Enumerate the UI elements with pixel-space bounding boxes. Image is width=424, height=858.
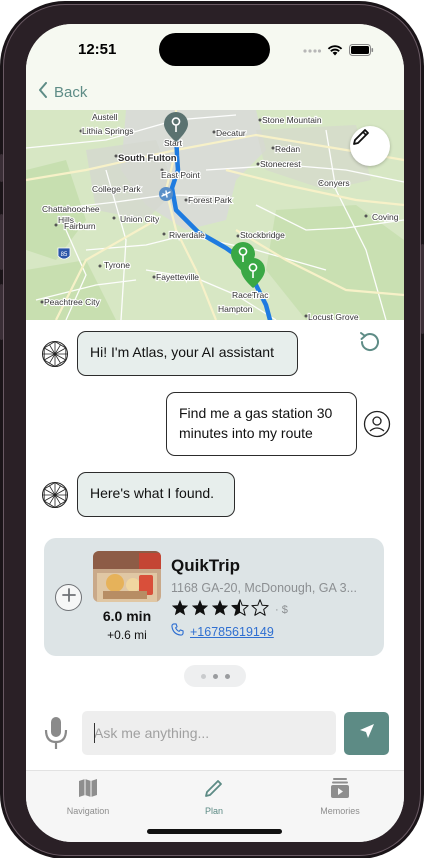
tab-navigation[interactable]: Navigation [43,777,133,816]
map-label-chattahoochee: Chattahoochee [42,204,100,214]
edit-route-button[interactable] [350,126,390,166]
star-full-icon [211,599,229,621]
send-icon [358,722,376,745]
refresh-icon[interactable] [356,328,384,361]
back-label: Back [54,83,88,101]
assistant-avatar-icon [41,340,69,368]
status-icons [303,43,374,61]
map-label-conyers: Conyers [318,178,350,188]
rating-stars: · $ [171,599,288,621]
map-label-covington: Coving [372,212,399,222]
pencil-icon [203,780,225,803]
memories-icon [329,778,351,803]
tab-label: Navigation [66,806,110,816]
assistant-message: Hi! I'm Atlas, your AI assistant [77,331,298,376]
volume-up-button [0,214,3,270]
route-map[interactable]: 85 Austell Lithia Springs Start Decatur … [26,110,404,320]
map-label-redan: Redan [275,144,300,154]
map-icon [77,779,99,803]
map-label-riverdale: Riverdale [169,230,205,240]
place-result-card[interactable]: 6.0 min +0.6 mi QuikTrip 1168 GA-20, McD… [44,538,384,656]
detour-distance: +0.6 mi [107,628,147,642]
assistant-message: Here's what I found. [77,472,235,517]
chat-area: Hi! I'm Atlas, your AI assistant Find me… [26,320,404,780]
user-avatar-icon [363,410,391,438]
tab-plan[interactable]: Plan [169,777,259,816]
map-label-tyrone: Tyrone [104,260,130,270]
side-button [0,154,3,182]
microphone-icon[interactable] [43,715,69,756]
map-canvas: 85 Austell Lithia Springs Start Decatur … [26,110,404,320]
carousel-pager[interactable] [184,665,246,687]
volume-down-button [0,284,3,340]
star-full-icon [171,599,189,621]
map-label-locust-grove: Locust Grove [308,312,359,320]
map-label-stonecrest: Stonecrest [260,159,301,169]
tab-label: Plan [204,806,223,816]
map-label-decatur: Decatur [216,128,246,138]
tab-memories[interactable]: Memories [295,777,385,816]
pager-dot[interactable] [212,673,218,679]
phone-link[interactable]: +16785619149 [190,625,274,639]
map-label-union-city: Union City [120,214,160,224]
star-full-icon [191,599,209,621]
plus-icon [61,588,76,607]
price-level: · $ [275,604,288,616]
place-name: QuikTrip [171,556,240,575]
assistant-avatar-icon [41,481,69,509]
star-empty-icon [251,599,269,621]
map-label-stockbridge: Stockbridge [240,230,285,240]
message-input[interactable] [94,725,336,741]
phone-frame: 12:51 Back 85 Austell Lithia Springs Sta… [0,4,424,856]
cellular-icon [303,43,322,61]
star-half-icon [231,599,249,621]
battery-icon [349,43,374,61]
chevron-left-icon [38,82,48,102]
pager-dot[interactable] [200,673,206,679]
airport-icon [159,187,173,201]
map-label-fayetteville: Fayetteville [156,272,199,282]
screen: 12:51 Back 85 Austell Lithia Springs Sta… [26,24,404,842]
status-time: 12:51 [78,41,117,58]
nav-bar: Back [26,80,404,110]
text-caret [94,723,95,743]
tab-label: Memories [320,806,360,816]
map-label-peachtree-city: Peachtree City [44,297,100,307]
pager-dot[interactable] [224,673,230,679]
map-label-racetrac: RaceTrac [232,290,269,300]
phone-row[interactable]: +16785619149 [171,623,274,641]
map-label-lithia-springs: Lithia Springs [82,126,134,136]
eta-value: 6.0 min [102,608,152,624]
map-label-college-park: College Park [92,184,141,194]
map-label-east-point: East Point [161,170,200,180]
add-stop-button[interactable] [55,584,82,611]
interstate-shield-icon: 85 [57,247,71,260]
phone-icon [171,623,184,641]
dynamic-island [159,33,270,66]
status-bar: 12:51 [26,24,404,80]
user-message: Find me a gas station 30 minutes into my… [166,392,357,456]
place-photo [93,551,161,602]
back-button[interactable]: Back [38,82,87,102]
home-indicator [147,829,282,834]
map-label-hampton: Hampton [218,304,253,314]
send-button[interactable] [344,712,389,755]
map-label-fairburn: Fairburn [64,221,96,231]
map-label-stone-mountain: Stone Mountain [262,115,322,125]
interstate-label: 85 [61,252,68,258]
message-input-wrapper [82,711,336,755]
map-label-austell: Austell [92,112,118,122]
wifi-icon [327,43,343,61]
map-label-forest-park: Forest Park [188,195,233,205]
map-label-south-fulton: South Fulton [118,153,177,164]
place-address: 1168 GA-20, McDonough, GA 3... [171,581,357,595]
